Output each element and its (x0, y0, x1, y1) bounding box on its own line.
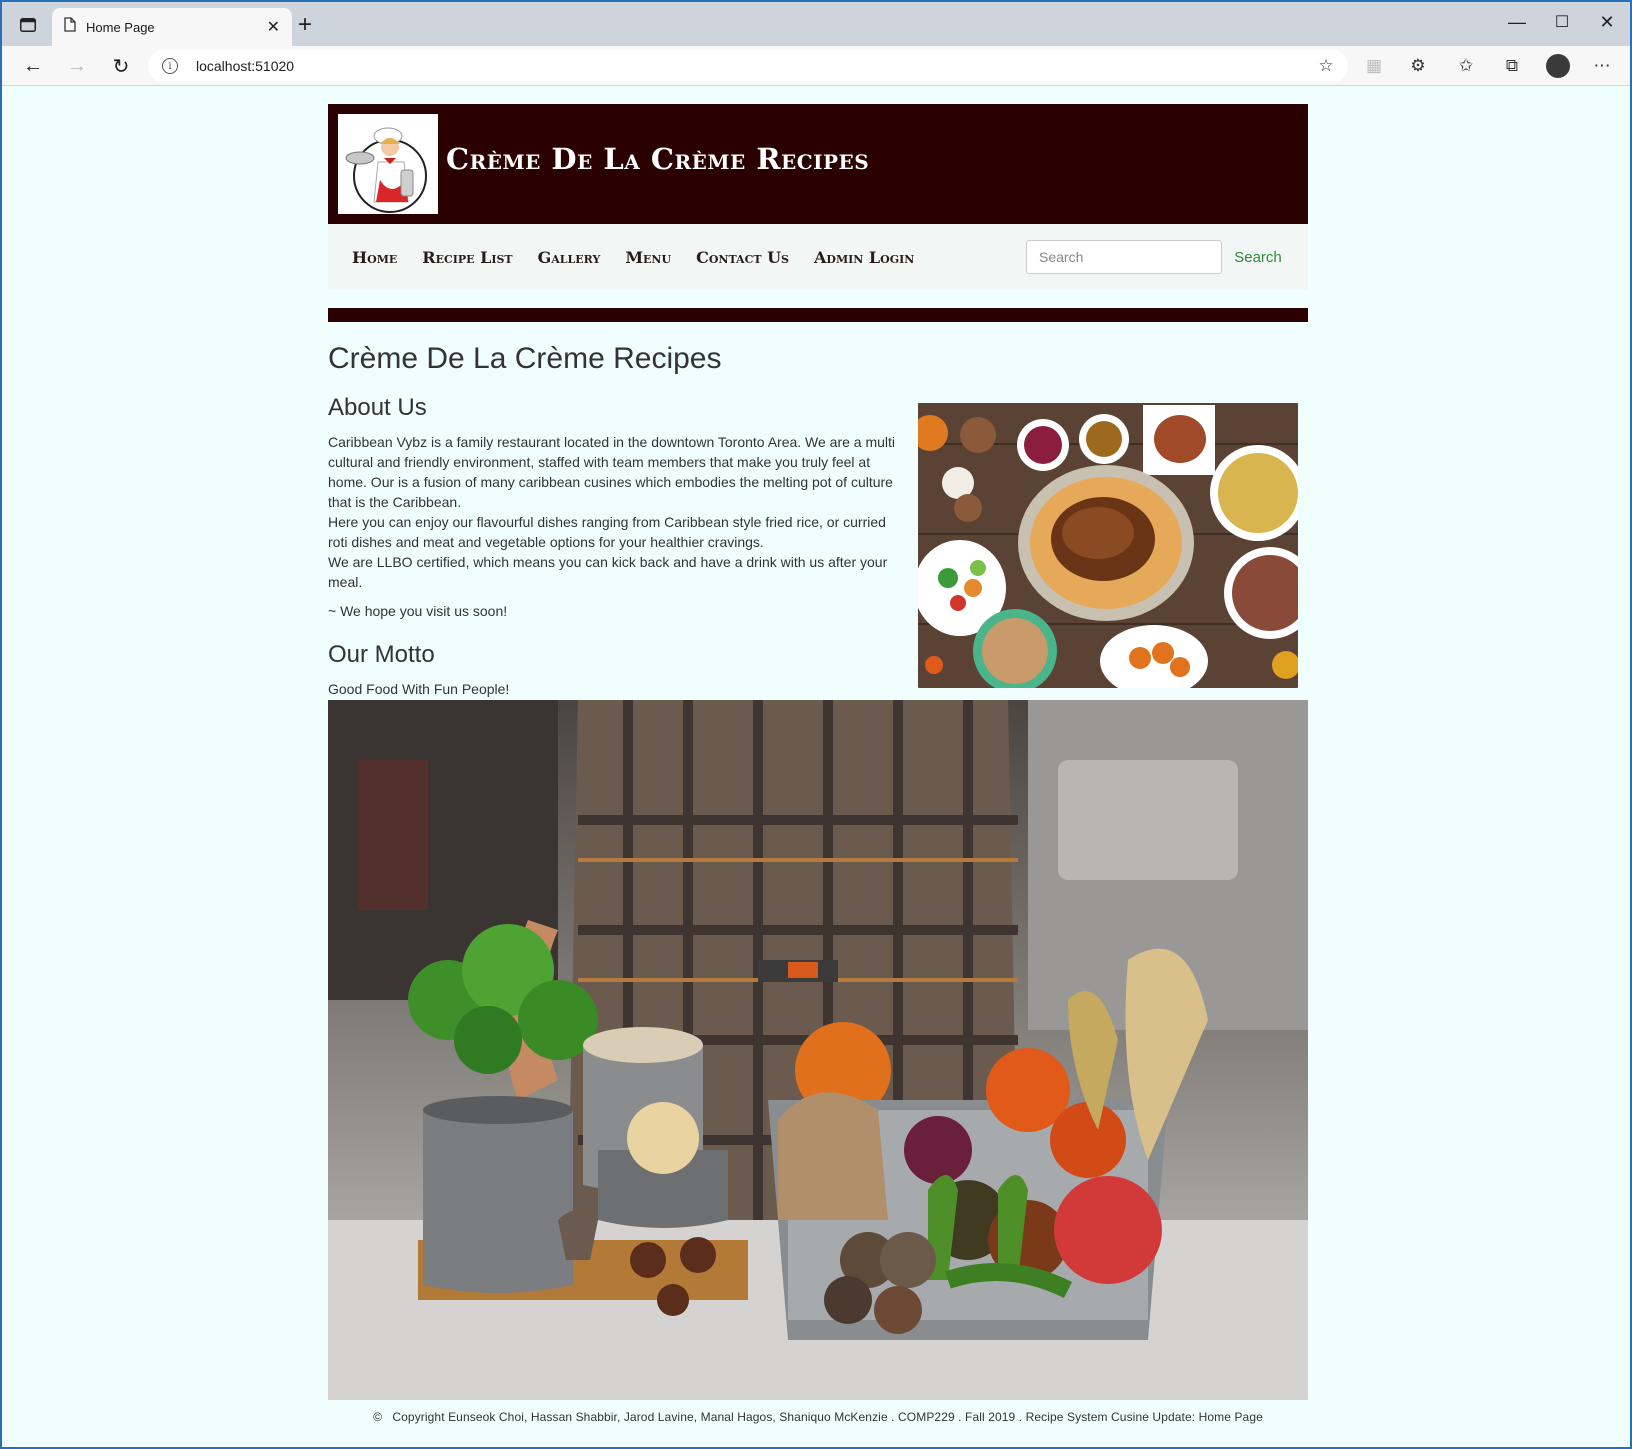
site-banner: Crème De La Crème Recipes (328, 104, 1308, 224)
about-paragraph-2: Here you can enjoy our flavourful dishes… (328, 514, 886, 550)
nav-home[interactable]: Home (352, 248, 397, 267)
nav-contact-us[interactable]: Contact Us (696, 248, 789, 267)
motto-heading: Our Motto (328, 641, 435, 668)
footer: © Copyright Eunseok Choi, Hassan Shabbir… (328, 1410, 1308, 1424)
about-section: About Us Caribbean Vybz is a family rest… (328, 376, 1308, 699)
profile-avatar[interactable] (1546, 54, 1570, 78)
browser-window: Home Page ✕ + — ☐ ✕ ← → ↻ i localhost:51… (0, 0, 1632, 1449)
maximize-icon[interactable]: ☐ (1547, 12, 1577, 32)
minimize-icon[interactable]: — (1502, 12, 1532, 33)
signoff-text: ~ We hope you visit us soon! (328, 603, 508, 619)
add-favorite-icon[interactable]: ☆ (1314, 54, 1338, 78)
about-text-column: About Us Caribbean Vybz is a family rest… (328, 376, 898, 699)
main-nav: Home Recipe List Gallery Menu Contact Us… (328, 224, 1308, 290)
search-input[interactable] (1026, 240, 1222, 274)
search-button[interactable]: Search (1228, 240, 1288, 274)
about-paragraph-3: We are LLBO certified, which means you c… (328, 554, 888, 590)
extension-placeholder-icon[interactable]: ▦ (1362, 54, 1386, 78)
page-title: Crème De La Crème Recipes (328, 342, 722, 375)
nav-admin-login[interactable]: Admin Login (814, 248, 914, 267)
info-icon[interactable]: i (162, 58, 178, 74)
nav-gallery[interactable]: Gallery (538, 248, 601, 267)
copyright-symbol: © (373, 1410, 383, 1424)
refresh-icon[interactable]: ↻ (106, 52, 136, 80)
footer-text: Copyright Eunseok Choi, Hassan Shabbir, … (392, 1410, 1263, 1424)
collections-icon[interactable]: ⧉ (1500, 54, 1524, 78)
site-brand[interactable]: Crème De La Crème Recipes (446, 142, 869, 176)
tab-title: Home Page (86, 19, 155, 35)
about-heading: About Us (328, 394, 427, 421)
new-tab-icon[interactable]: + (298, 13, 312, 37)
motto-text: Good Food With Fun People! (328, 681, 510, 697)
about-paragraph-1: Caribbean Vybz is a family restaurant lo… (328, 434, 896, 510)
close-tab-icon[interactable]: ✕ (267, 17, 280, 37)
more-icon[interactable]: ⋯ (1590, 54, 1614, 78)
window-close-icon[interactable]: ✕ (1592, 12, 1622, 33)
favorites-icon[interactable]: ✩ (1454, 54, 1478, 78)
forward-icon[interactable]: → (62, 52, 92, 80)
address-toolbar: ← → ↻ i localhost:51020 ☆ ▦ ⚙ ✩ ⧉ ⋯ (2, 46, 1630, 86)
tab-actions-icon[interactable] (16, 14, 40, 36)
tab-bar: Home Page ✕ + — ☐ ✕ (2, 2, 1630, 46)
page-content: Crème De La Crème Recipes Home Recipe Li… (328, 104, 1308, 1424)
page-icon (64, 17, 76, 37)
nav-recipe-list[interactable]: Recipe List (422, 248, 512, 267)
kitchen-vegetables-photo (328, 700, 1308, 1400)
nav-menu[interactable]: Menu (625, 248, 671, 267)
address-bar[interactable]: i localhost:51020 (148, 50, 1348, 82)
tab-home-page[interactable]: Home Page ✕ (52, 8, 292, 46)
back-icon[interactable]: ← (18, 52, 48, 80)
chef-logo (338, 114, 438, 214)
extensions-icon[interactable]: ⚙ (1406, 54, 1430, 78)
url-text: localhost:51020 (196, 58, 295, 74)
divider-bar (328, 308, 1308, 322)
feast-photo (918, 403, 1298, 688)
